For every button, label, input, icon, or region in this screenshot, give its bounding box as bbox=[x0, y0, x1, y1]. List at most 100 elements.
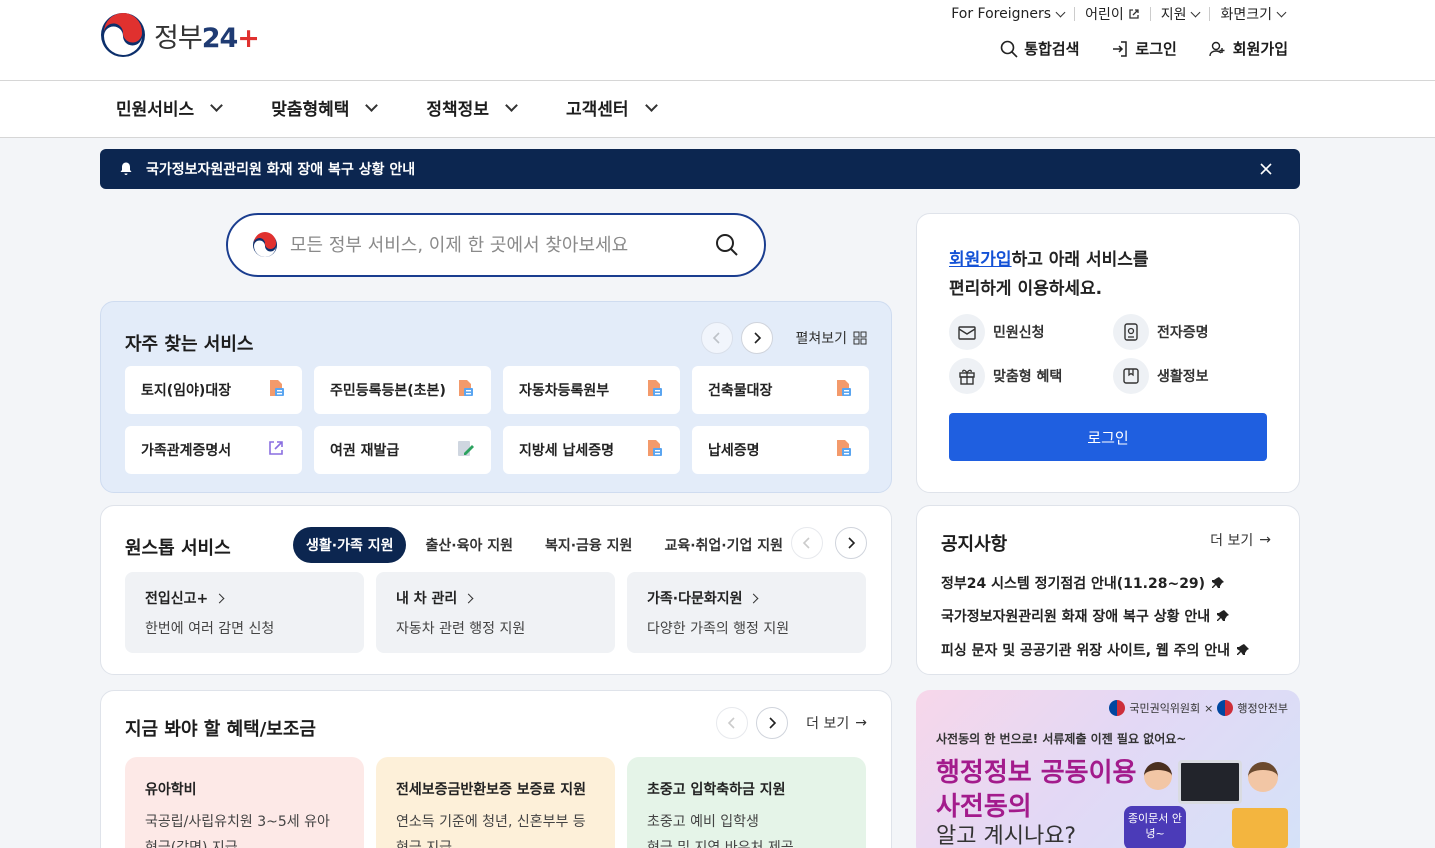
tab-life-family[interactable]: 생활·가족 지원 bbox=[293, 527, 407, 563]
support-menu[interactable]: 지원 bbox=[1151, 4, 1210, 24]
nav-civil-service[interactable]: 민원서비스 bbox=[116, 95, 224, 120]
nav-policy-info[interactable]: 정책정보 bbox=[426, 95, 518, 120]
integrated-search-button[interactable]: 통합검색 bbox=[1000, 38, 1079, 59]
frequent-service-item[interactable]: 여권 재발급 bbox=[314, 426, 491, 474]
next-button[interactable] bbox=[835, 527, 867, 559]
chevron-down-icon bbox=[505, 99, 518, 112]
notice-item[interactable]: 피싱 문자 및 공공기관 위장 사이트, 웹 주의 안내 bbox=[941, 633, 1250, 667]
frequent-service-item[interactable]: 토지(임야)대장 bbox=[125, 366, 302, 414]
tab-education-job[interactable]: 교육·취업·기업 지원 bbox=[651, 527, 796, 563]
taegeuk-icon bbox=[253, 232, 277, 257]
nav-customer-center[interactable]: 고객센터 bbox=[566, 95, 658, 120]
screen-size-menu[interactable]: 화면크기 bbox=[1210, 4, 1295, 24]
expand-button[interactable]: 펼쳐보기 bbox=[795, 328, 867, 348]
notice-text: 피싱 문자 및 공공기관 위장 사이트, 웹 주의 안내 bbox=[941, 642, 1231, 659]
pin-icon bbox=[1217, 610, 1230, 622]
next-button[interactable] bbox=[741, 322, 774, 354]
service-label: 주민등록등본(초본) bbox=[330, 383, 446, 399]
frequent-services-card: 자주 찾는 서비스 펼쳐보기 토지(임야)대장 주민등록등본(초본) 자동차등록원부… bbox=[100, 301, 892, 493]
banner-heading: 행정정보 공동이용 bbox=[936, 758, 1137, 788]
kids-link[interactable]: 어린이 bbox=[1075, 4, 1150, 24]
pin-icon bbox=[1237, 643, 1250, 655]
frequent-service-item[interactable]: 납세증명 bbox=[692, 426, 869, 474]
foreigners-menu[interactable]: For Foreigners bbox=[941, 6, 1074, 22]
login-icon bbox=[1113, 40, 1128, 57]
signup-link[interactable]: 회원가입 bbox=[949, 250, 1012, 270]
benefit-desc: 초중고 예비 입학생 현금 및 지역 바우처 제공 bbox=[647, 814, 794, 848]
arrow-right-icon: → bbox=[855, 715, 867, 731]
utility-menu: For Foreigners 어린이 지원 화면크기 bbox=[941, 4, 1295, 24]
main-navigation: 민원서비스 맞춤형혜택 정책정보 고객센터 bbox=[0, 81, 1435, 138]
gift-icon bbox=[959, 369, 975, 385]
more-link[interactable]: 더 보기 → bbox=[806, 713, 867, 733]
prev-button[interactable] bbox=[716, 707, 749, 739]
close-icon[interactable] bbox=[1258, 161, 1274, 177]
chevron-down-icon bbox=[644, 99, 658, 112]
tab-birth-childcare[interactable]: 출산·육아 지원 bbox=[412, 527, 525, 563]
gov24-logo[interactable]: 정부24+ bbox=[100, 12, 260, 58]
benefit-card[interactable]: 초중고 입학축하금 지원초중고 예비 입학생현금 및 지역 바우처 제공🎓 bbox=[627, 757, 866, 848]
frequent-service-item[interactable]: 자동차등록원부 bbox=[503, 366, 680, 414]
onestop-item[interactable]: 내 차 관리 자동차 관련 행정 지원 bbox=[376, 572, 615, 653]
banner-subtitle: 사전동의 한 번으로! 서류제출 이젠 필요 없어요~ bbox=[936, 732, 1187, 746]
benefit-title: 전세보증금반환보증 보증료 지원 bbox=[396, 782, 587, 798]
next-button[interactable] bbox=[756, 707, 789, 739]
feature-e-certificate: 전자증명 bbox=[1113, 314, 1277, 350]
search-input[interactable] bbox=[290, 234, 714, 256]
notice-text: 정부24 시스템 정기점검 안내(11.28~29) bbox=[941, 575, 1206, 592]
box-illustration bbox=[1232, 808, 1288, 848]
frequent-service-item[interactable]: 건축물대장 bbox=[692, 366, 869, 414]
header-actions: 통합검색 로그인 회원가입 bbox=[1000, 38, 1288, 59]
document-icon bbox=[644, 378, 664, 402]
benefits-card: 지금 봐야 할 혜택/보조금 더 보기 → 유아학비 국공립/사립유치원 3~5세 … bbox=[100, 690, 892, 848]
login-card: 회원가입하고 아래 서비스를 편리하게 이용하세요. 민원신청 전자증명 맞춤형… bbox=[916, 213, 1300, 493]
chevron-right-icon bbox=[769, 717, 777, 729]
service-label: 지방세 납세증명 bbox=[519, 443, 615, 459]
mail-icon bbox=[958, 326, 976, 340]
document-icon bbox=[266, 378, 286, 402]
alert-text: 국가정보자원관리원 화재 장애 복구 상황 안내 bbox=[146, 162, 416, 178]
chevron-left-icon bbox=[728, 717, 735, 729]
section-title: 원스톱 서비스 bbox=[125, 538, 231, 559]
prev-button[interactable] bbox=[791, 527, 823, 559]
external-link-icon bbox=[1129, 9, 1139, 19]
frequent-service-item[interactable]: 지방세 납세증명 bbox=[503, 426, 680, 474]
notice-card: 공지사항 더 보기 → 정부24 시스템 정기점검 안내(11.28~29) 국가정… bbox=[916, 505, 1300, 675]
more-link[interactable]: 더 보기 → bbox=[1210, 530, 1271, 550]
login-button[interactable]: 로그인 bbox=[949, 413, 1267, 461]
banner-orgs: 국민권익위원회 × 행정안전부 bbox=[1109, 700, 1288, 716]
feature-life-info: 생활정보 bbox=[1113, 358, 1277, 394]
document-icon bbox=[644, 438, 664, 462]
notice-item[interactable]: 정부24 시스템 정기점검 안내(11.28~29) bbox=[941, 566, 1250, 600]
monitor-illustration bbox=[1178, 760, 1242, 804]
notice-item[interactable]: 국가정보자원관리원 화재 장애 복구 상황 안내 bbox=[941, 600, 1250, 634]
external-link-icon bbox=[266, 438, 286, 462]
arrow-right-icon: → bbox=[1259, 532, 1271, 548]
login-link[interactable]: 로그인 bbox=[1111, 38, 1177, 59]
benefit-card[interactable]: 유아학비국공립/사립유치원 3~5세 유아현금(감면) 지급👧 bbox=[125, 757, 364, 848]
onestop-item[interactable]: 가족·다문화지원 다양한 가족의 행정 지원 bbox=[627, 572, 866, 653]
prev-button[interactable] bbox=[701, 322, 734, 354]
signup-link[interactable]: 회원가입 bbox=[1209, 38, 1288, 59]
frequent-service-item[interactable]: 주민등록등본(초본) bbox=[314, 366, 491, 414]
speech-bubble: 종이문서 안녕~ bbox=[1124, 806, 1186, 848]
section-title: 공지사항 bbox=[941, 534, 1008, 555]
frequent-service-item[interactable]: 가족관계증명서 bbox=[125, 426, 302, 474]
search-icon bbox=[1000, 40, 1018, 58]
tab-welfare-finance[interactable]: 복지·금융 지원 bbox=[532, 527, 645, 563]
pin-icon bbox=[1212, 576, 1225, 588]
chevron-down-icon bbox=[1276, 7, 1287, 17]
person-illustration bbox=[1248, 762, 1278, 792]
taegeuk-icon bbox=[101, 13, 145, 57]
promo-banner[interactable]: 국민권익위원회 × 행정안전부 사전동의 한 번으로! 서류제출 이젠 필요 없어… bbox=[916, 690, 1300, 848]
benefit-desc: 연소득 기준에 청년, 신혼부부 등 현금 지급 bbox=[396, 814, 586, 848]
certificate-icon bbox=[1124, 323, 1138, 341]
benefit-card[interactable]: 전세보증금반환보증 보증료 지원연소득 기준에 청년, 신혼부부 등현금 지급🏠 bbox=[376, 757, 615, 848]
search-icon[interactable] bbox=[714, 232, 740, 258]
nav-custom-benefits[interactable]: 맞춤형혜택 bbox=[271, 95, 379, 120]
section-title: 자주 찾는 서비스 bbox=[125, 334, 254, 355]
alert-banner[interactable]: 국가정보자원관리원 화재 장애 복구 상황 안내 bbox=[100, 149, 1300, 189]
onestop-item[interactable]: 전입신고+ 한번에 여러 감면 신청 bbox=[125, 572, 364, 653]
search-bar bbox=[226, 213, 766, 277]
document-icon bbox=[833, 378, 853, 402]
